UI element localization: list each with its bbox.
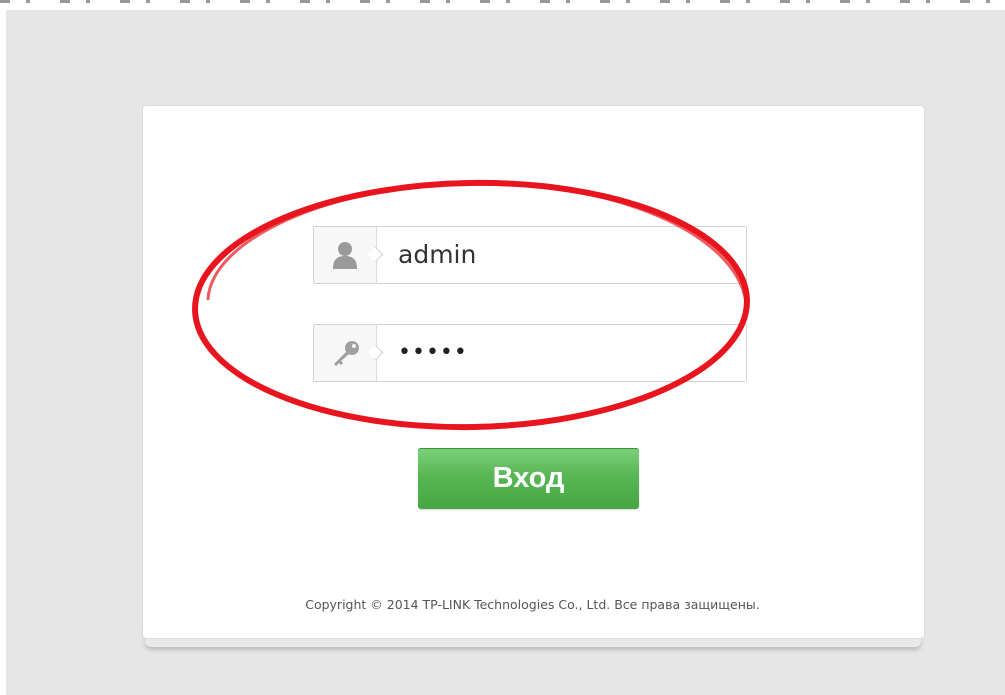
password-field[interactable]: ••••• — [313, 324, 747, 382]
top-edge-fragments — [0, 0, 1005, 3]
key-icon — [334, 341, 359, 366]
user-icon — [333, 242, 357, 269]
copyright-text: Copyright © 2014 TP-LINK Technologies Co… — [305, 597, 760, 612]
username-input[interactable] — [398, 227, 738, 283]
top-strip — [0, 0, 1005, 10]
username-field[interactable] — [313, 226, 747, 284]
password-input[interactable]: ••••• — [398, 325, 738, 381]
login-button[interactable]: Вход — [418, 448, 639, 509]
